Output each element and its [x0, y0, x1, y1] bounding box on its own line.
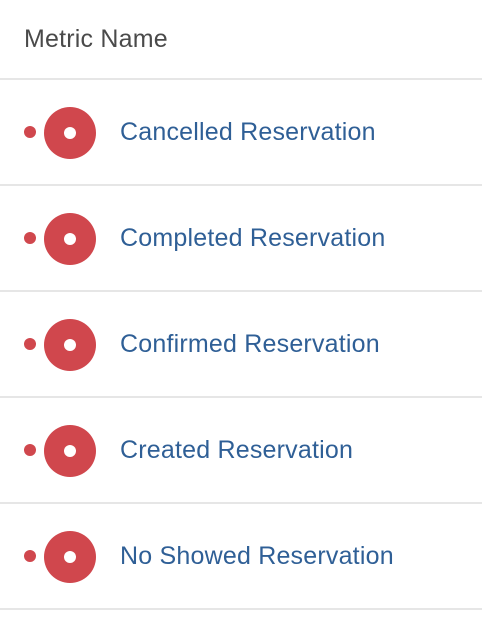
metric-name-column-header[interactable]: Metric Name	[24, 25, 168, 54]
status-dot-icon	[24, 444, 36, 456]
record-ring-icon	[44, 531, 96, 583]
metric-link-cancelled-reservation[interactable]: Cancelled Reservation	[120, 118, 376, 147]
status-dot-icon	[24, 232, 36, 244]
record-ring-icon	[44, 425, 96, 477]
record-ring-icon	[44, 319, 96, 371]
metric-record-icon	[24, 213, 98, 265]
table-row: No Showed Reservation	[0, 504, 482, 610]
table-row: Created Reservation	[0, 398, 482, 504]
record-ring-icon	[44, 213, 96, 265]
status-dot-icon	[24, 126, 36, 138]
status-dot-icon	[24, 550, 36, 562]
metric-link-confirmed-reservation[interactable]: Confirmed Reservation	[120, 330, 380, 359]
metric-record-icon	[24, 531, 98, 583]
record-ring-icon	[44, 107, 96, 159]
table-header: Metric Name	[0, 0, 482, 80]
table-row: Completed Reservation	[0, 186, 482, 292]
table-row: Confirmed Reservation	[0, 292, 482, 398]
table-row: Cancelled Reservation	[0, 80, 482, 186]
metric-link-created-reservation[interactable]: Created Reservation	[120, 436, 353, 465]
metrics-table: Metric Name Cancelled Reservation Comple…	[0, 0, 482, 610]
metric-record-icon	[24, 107, 98, 159]
metric-link-completed-reservation[interactable]: Completed Reservation	[120, 224, 385, 253]
metric-link-no-showed-reservation[interactable]: No Showed Reservation	[120, 542, 394, 571]
status-dot-icon	[24, 338, 36, 350]
metric-record-icon	[24, 319, 98, 371]
metric-record-icon	[24, 425, 98, 477]
